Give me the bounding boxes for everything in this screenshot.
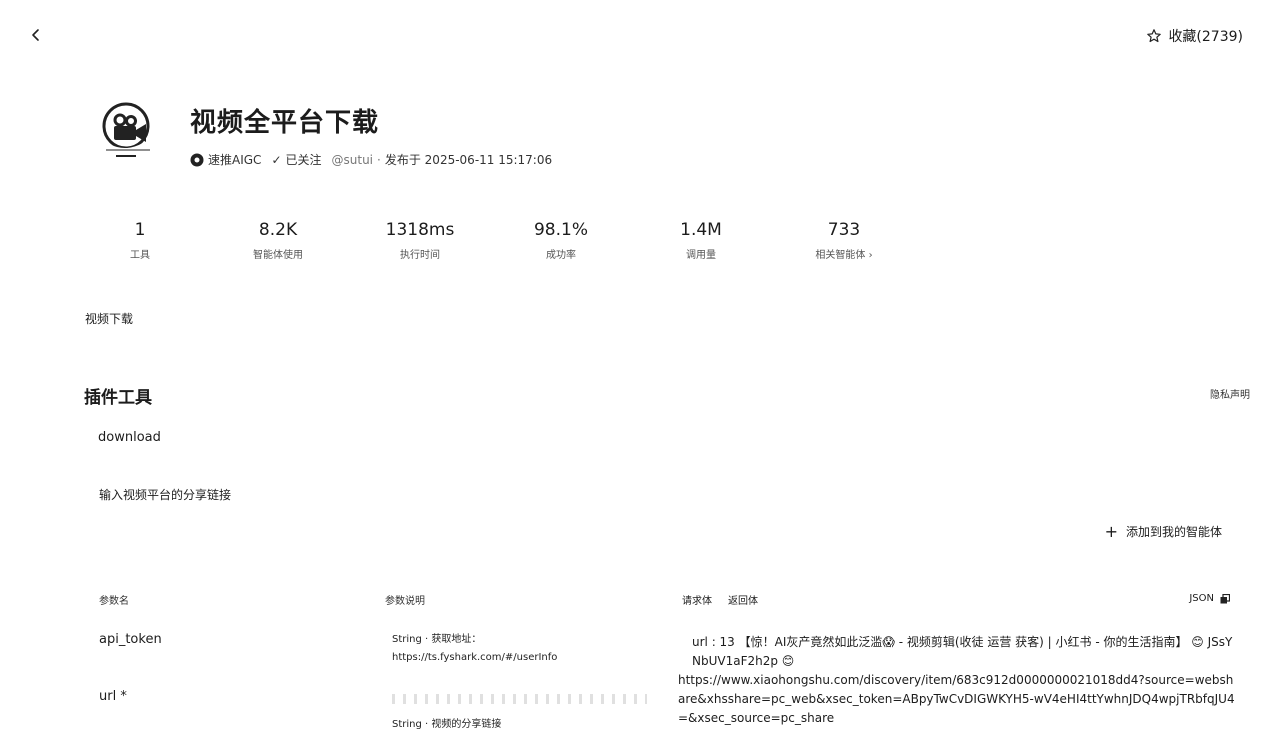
stats-row: 1 工具 8.2K 智能体使用 1318ms 执行时间 98.1% 成功率 1.… bbox=[70, 220, 920, 270]
copy-icon[interactable] bbox=[1220, 593, 1230, 604]
add-to-agent-button[interactable]: + 添加到我的智能体 bbox=[1105, 522, 1222, 541]
stat-value: 733 bbox=[827, 220, 861, 240]
check-icon: ✓ bbox=[271, 152, 282, 167]
plugin-header: 视频全平台下载 速推AIGC ✓ 已关注 @sutui · 发布于 2025-0… bbox=[100, 100, 552, 168]
request-body-panel: url : 13 【惊！AI灰产竟然如此泛滥😱 - 视频剪辑(收徒 运营 获客)… bbox=[678, 633, 1238, 728]
request-body-line: url : 13 【惊！AI灰产竟然如此泛滥😱 - 视频剪辑(收徒 运营 获客)… bbox=[692, 635, 1233, 668]
category-tag: 视频下载 bbox=[85, 312, 134, 326]
back-button[interactable] bbox=[26, 24, 46, 46]
param-desc-type: String · 获取地址： bbox=[392, 634, 482, 645]
follow-status[interactable]: 已关注 bbox=[286, 151, 322, 168]
star-icon bbox=[1147, 29, 1162, 43]
param-row-desc: String · 获取地址： https://ts.fyshark.com/#/… bbox=[392, 631, 557, 667]
add-to-agent-label: 添加到我的智能体 bbox=[1125, 525, 1222, 539]
tool-name: download bbox=[98, 430, 161, 445]
privacy-link[interactable]: 隐私声明 bbox=[1210, 386, 1250, 401]
plugin-title: 视频全平台下载 bbox=[190, 108, 380, 138]
json-toggle[interactable]: JSON bbox=[1189, 593, 1230, 604]
publish-time: 发布于 2025-06-11 15:17:06 bbox=[384, 153, 553, 167]
stat-value: 1.4M bbox=[680, 220, 722, 240]
param-desc-link[interactable]: https://ts.fyshark.com/#/userInfo bbox=[392, 649, 557, 667]
meta-separator: · bbox=[377, 152, 381, 167]
param-row-name: url * bbox=[99, 689, 127, 704]
tab-request-body[interactable]: 请求体 bbox=[682, 592, 712, 607]
chevron-left-icon bbox=[32, 29, 39, 41]
param-desc-type: String · 视频的分享链接 bbox=[392, 719, 502, 730]
request-body-url: https://www.xiaohongshu.com/discovery/it… bbox=[678, 673, 1235, 725]
stat-label: 调用量 bbox=[686, 250, 716, 261]
stat-value: 98.1% bbox=[533, 220, 588, 240]
author-name[interactable]: 速推AIGC bbox=[208, 151, 261, 168]
json-label: JSON bbox=[1189, 593, 1214, 604]
tool-description: 输入视频平台的分享链接 bbox=[99, 488, 232, 502]
blurred-example bbox=[392, 694, 647, 704]
plus-icon: + bbox=[1104, 522, 1118, 541]
stat-value: 1 bbox=[134, 220, 146, 240]
plugin-meta: 速推AIGC ✓ 已关注 @sutui · 发布于 2025-06-11 15:… bbox=[190, 151, 552, 168]
param-desc-header: 参数说明 bbox=[385, 596, 425, 607]
param-row-desc: String · 视频的分享链接 bbox=[392, 716, 501, 734]
param-name-header: 参数名 bbox=[99, 596, 129, 607]
stat-value: 1318ms bbox=[385, 220, 455, 240]
stat-tools: 1 工具 bbox=[70, 220, 210, 261]
stat-label: 智能体使用 bbox=[253, 250, 303, 261]
plugin-logo bbox=[102, 102, 150, 157]
stat-success-rate: 98.1% 成功率 bbox=[491, 220, 631, 261]
stat-label: 执行时间 bbox=[400, 250, 440, 261]
author-handle: @sutui bbox=[331, 152, 374, 167]
tools-section-title: 插件工具 bbox=[84, 388, 152, 408]
tab-response-body[interactable]: 返回体 bbox=[728, 592, 758, 607]
favorite-count: 收藏(2739) bbox=[1168, 29, 1243, 45]
stat-value: 8.2K bbox=[258, 220, 298, 240]
stat-label: 工具 bbox=[130, 250, 150, 261]
author-avatar-icon bbox=[190, 153, 204, 166]
param-row-name: api_token bbox=[99, 632, 162, 647]
stat-call-volume: 1.4M 调用量 bbox=[631, 220, 771, 261]
stat-related-agents[interactable]: 733 相关智能体 › bbox=[774, 220, 914, 261]
stat-agent-usage: 8.2K 智能体使用 bbox=[208, 220, 348, 261]
stat-label[interactable]: 相关智能体 › bbox=[774, 246, 914, 261]
stat-label: 成功率 bbox=[546, 250, 576, 261]
favorite-button[interactable]: 收藏(2739) bbox=[1146, 26, 1243, 46]
stat-exec-time: 1318ms 执行时间 bbox=[350, 220, 490, 261]
